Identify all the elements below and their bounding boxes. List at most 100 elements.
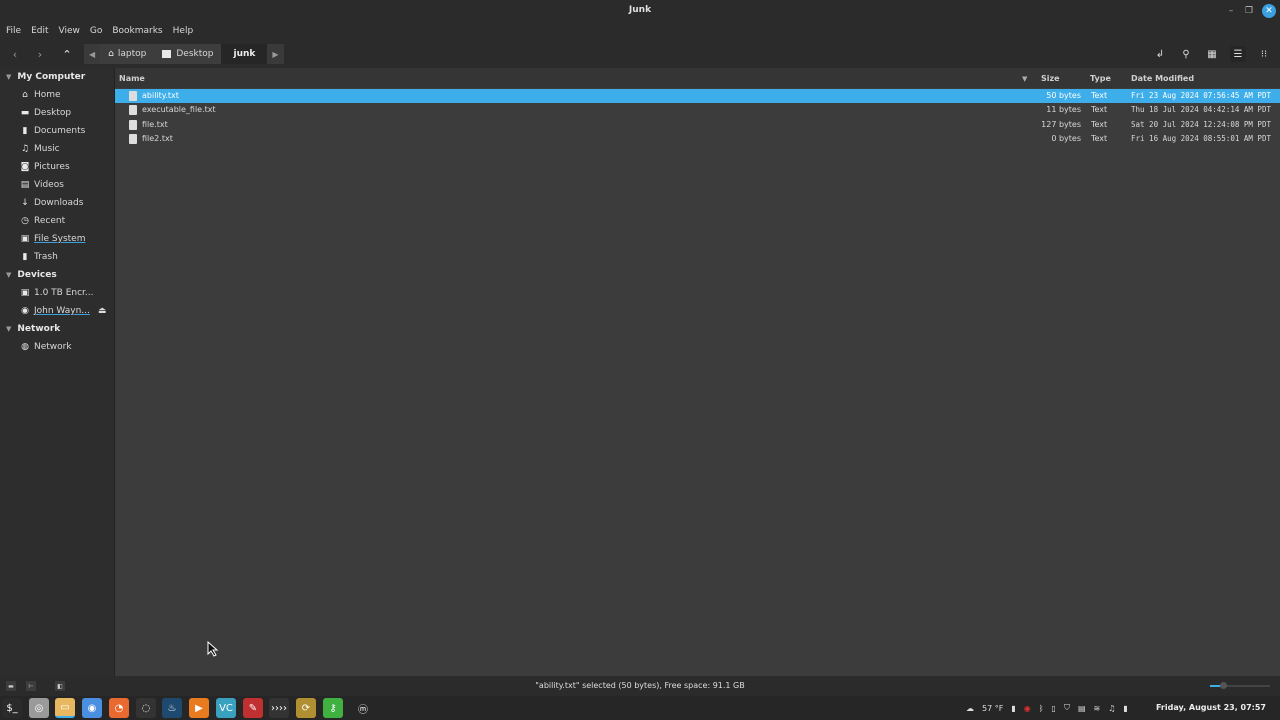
sidebar-item-label: Pictures bbox=[34, 162, 70, 172]
taskbar-app-disks[interactable]: ◎ bbox=[29, 698, 49, 718]
list-view-button[interactable]: ☰ bbox=[1230, 46, 1246, 62]
forward-button[interactable]: › bbox=[32, 46, 48, 62]
file-row[interactable]: executable_file.txt 11 bytes Text Thu 18… bbox=[115, 103, 1280, 117]
taskbar-app-gimp[interactable]: ✎ bbox=[243, 698, 263, 718]
sidebar-item-label: Documents bbox=[34, 126, 86, 136]
eject-icon[interactable]: ⏏ bbox=[98, 306, 107, 316]
menu-file[interactable]: File bbox=[6, 26, 21, 36]
breadcrumb-laptop[interactable]: ⌂ laptop bbox=[100, 44, 155, 64]
wifi-icon[interactable]: ≋ bbox=[1094, 704, 1101, 713]
zoom-slider-handle[interactable] bbox=[1220, 682, 1227, 689]
maximize-button[interactable]: ❐ bbox=[1242, 4, 1256, 18]
file-modified: Thu 18 Jul 2024 04:42:14 AM PDT bbox=[1131, 105, 1271, 114]
file-size: 50 bytes bbox=[1046, 91, 1081, 100]
breadcrumb-right-arrow[interactable]: ▶ bbox=[267, 44, 284, 64]
sidebar-item-encrypted-drive[interactable]: ▣ 1.0 TB Encr... bbox=[0, 284, 114, 302]
file-row[interactable]: ability.txt 50 bytes Text Fri 23 Aug 202… bbox=[115, 89, 1280, 103]
files-icon: ▭ bbox=[60, 701, 70, 713]
menu-bookmarks[interactable]: Bookmarks bbox=[112, 26, 162, 36]
section-label: My Computer bbox=[17, 72, 86, 82]
close-button[interactable]: ✕ bbox=[1262, 4, 1276, 18]
taskbar-app-vscode[interactable]: VC bbox=[216, 698, 236, 718]
sidebar-item-label: Network bbox=[34, 342, 72, 352]
shield-icon[interactable]: ⛉ bbox=[1064, 703, 1070, 713]
gimp-icon: ✎ bbox=[248, 702, 258, 714]
file-modified: Fri 16 Aug 2024 08:55:01 AM PDT bbox=[1131, 134, 1271, 143]
menu-go[interactable]: Go bbox=[90, 26, 102, 36]
sidebar-item-music[interactable]: ♫ Music bbox=[0, 140, 114, 158]
taskbar-app-terminal[interactable]: $_ bbox=[2, 698, 22, 718]
sidebar-item-trash[interactable]: ▮ Trash bbox=[0, 248, 114, 266]
sidebar-item-label: John Wayn... bbox=[34, 306, 90, 316]
icon-view-button[interactable]: ▦ bbox=[1204, 46, 1220, 62]
power-icon[interactable]: ▮ bbox=[1123, 704, 1127, 713]
sidebar-item-label: Desktop bbox=[34, 108, 72, 118]
vscode-icon: VC bbox=[219, 702, 233, 714]
clock[interactable]: Friday, August 23, 07:57 bbox=[1156, 703, 1266, 712]
breadcrumb-left-arrow[interactable]: ◀ bbox=[84, 44, 101, 64]
sidebar-item-documents[interactable]: ▮ Documents bbox=[0, 122, 114, 140]
column-size[interactable]: Size bbox=[1041, 74, 1060, 83]
sidebar-item-downloads[interactable]: ↓ Downloads bbox=[0, 194, 114, 212]
camera-icon: ◙ bbox=[20, 162, 30, 172]
sidebar-item-recent[interactable]: ◷ Recent bbox=[0, 212, 114, 230]
minimize-button[interactable]: – bbox=[1224, 4, 1238, 18]
zoom-slider[interactable] bbox=[1210, 682, 1270, 689]
file-size: 0 bytes bbox=[1051, 134, 1081, 143]
taskbar-app-files[interactable]: ▭ bbox=[55, 698, 75, 718]
bluetooth-icon[interactable]: ᛒ bbox=[1039, 704, 1044, 713]
expand-icon: ▼ bbox=[6, 271, 12, 279]
taskbar-app-steam[interactable]: ♨ bbox=[162, 698, 182, 718]
weather-icon[interactable]: ☁ bbox=[966, 704, 974, 713]
compact-view-button[interactable]: ⁝⁝ bbox=[1256, 46, 1272, 62]
clipboard-icon[interactable]: ▯ bbox=[1052, 704, 1056, 713]
sidebar-item-label: Trash bbox=[34, 252, 58, 262]
sidebar-item-file-system[interactable]: ▣ File System bbox=[0, 230, 114, 248]
sidebar-item-desktop[interactable]: ▬ Desktop bbox=[0, 104, 114, 122]
column-date-modified[interactable]: Date Modified bbox=[1131, 74, 1194, 83]
taskbar-app-vlc[interactable]: ▶ bbox=[189, 698, 209, 718]
sidebar-section-devices[interactable]: ▼ Devices bbox=[0, 266, 114, 284]
menu-edit[interactable]: Edit bbox=[31, 26, 48, 36]
sidebar-section-my-computer[interactable]: ▼ My Computer bbox=[0, 68, 114, 86]
file-size: 127 bytes bbox=[1041, 120, 1081, 129]
up-button[interactable]: ⌃ bbox=[59, 46, 75, 62]
trash-tray-icon[interactable]: ▮ bbox=[1011, 704, 1015, 713]
music-tray-icon[interactable]: ♫ bbox=[1108, 704, 1115, 713]
back-button[interactable]: ‹ bbox=[7, 46, 23, 62]
sidebar-item-john-wayne-disc[interactable]: ◉ John Wayn... ⏏ bbox=[0, 302, 114, 320]
weather-temp[interactable]: 57 °F bbox=[982, 704, 1003, 713]
sidebar-item-network[interactable]: ◍ Network bbox=[0, 338, 114, 356]
menu-view[interactable]: View bbox=[59, 26, 80, 36]
disc-icon: ◉ bbox=[21, 306, 29, 316]
taskbar-app-video-editor[interactable]: ›››› bbox=[269, 698, 289, 718]
toggle-location-button[interactable]: ↲ bbox=[1152, 46, 1168, 62]
notes-icon[interactable]: ▤ bbox=[1078, 704, 1086, 713]
taskbar-app-chrome[interactable]: ◉ bbox=[82, 698, 102, 718]
taskbar-app-key-manager[interactable]: ⚷ bbox=[323, 698, 343, 718]
sidebar-section-network[interactable]: ▼ Network bbox=[0, 320, 114, 338]
obs-tray-icon[interactable]: ◉ bbox=[1024, 704, 1031, 713]
sidebar-item-home[interactable]: ⌂ Home bbox=[0, 86, 114, 104]
sidebar-item-videos[interactable]: ▤ Videos bbox=[0, 176, 114, 194]
update-manager-icon: ⟳ bbox=[301, 702, 311, 714]
taskbar-app-obs[interactable]: ◌ bbox=[136, 698, 156, 718]
expand-icon: ▼ bbox=[6, 73, 12, 81]
file-row[interactable]: file2.txt 0 bytes Text Fri 16 Aug 2024 0… bbox=[115, 132, 1280, 146]
terminal-icon: $_ bbox=[6, 702, 18, 714]
taskbar-app-update-manager[interactable]: ⟳ bbox=[296, 698, 316, 718]
breadcrumb-desktop[interactable]: Desktop bbox=[154, 44, 222, 64]
desktop-icon: ▬ bbox=[20, 108, 30, 118]
menu-help[interactable]: Help bbox=[173, 26, 194, 36]
file-list[interactable]: Name ▼ Size Type Date Modified ability.t… bbox=[114, 68, 1280, 676]
search-button[interactable]: ⚲ bbox=[1178, 46, 1194, 62]
breadcrumb-junk[interactable]: junk bbox=[221, 44, 268, 64]
column-name[interactable]: Name bbox=[119, 74, 145, 83]
taskbar-app-firefox[interactable]: ◔ bbox=[109, 698, 129, 718]
column-type[interactable]: Type bbox=[1090, 74, 1111, 83]
breadcrumb-label: junk bbox=[233, 49, 256, 59]
file-row[interactable]: file.txt 127 bytes Text Sat 20 Jul 2024 … bbox=[115, 118, 1280, 132]
drive-icon: ▣ bbox=[20, 288, 30, 298]
taskbar-app-mint-menu[interactable]: ⓜ bbox=[353, 698, 373, 718]
sidebar-item-pictures[interactable]: ◙ Pictures bbox=[0, 158, 114, 176]
